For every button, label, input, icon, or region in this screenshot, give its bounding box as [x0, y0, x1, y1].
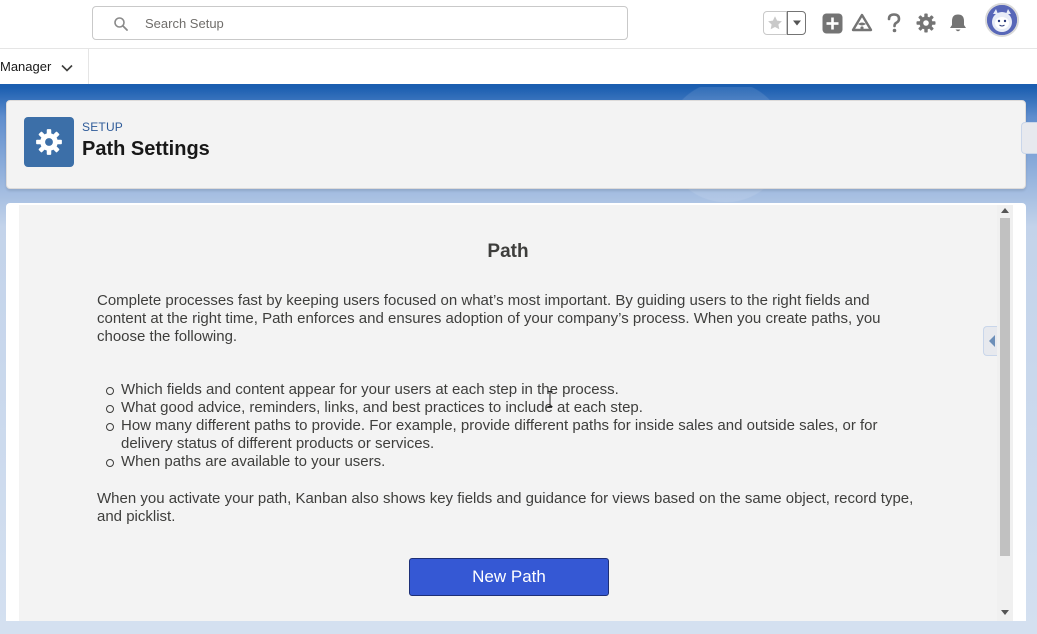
search-input[interactable]	[145, 13, 615, 33]
search-box[interactable]	[92, 6, 628, 40]
new-path-button[interactable]: New Path	[409, 558, 609, 596]
bell-icon	[950, 14, 966, 32]
breadcrumb: SETUP	[82, 120, 124, 134]
side-panel-toggle[interactable]	[1021, 122, 1037, 154]
gear-icon	[916, 13, 936, 33]
list-item: When paths are available to your users.	[106, 453, 921, 471]
gear-icon	[36, 129, 62, 155]
scrollbar[interactable]	[997, 205, 1013, 621]
global-actions-button[interactable]	[821, 12, 843, 34]
user-avatar-icon	[987, 5, 1017, 35]
page-title: Path Settings	[82, 138, 210, 160]
scroll-thumb[interactable]	[1000, 218, 1010, 556]
content-title: Path	[487, 241, 529, 262]
list-item: How many different paths to provide. For…	[106, 417, 921, 453]
list-item: What good advice, reminders, links, and …	[106, 399, 921, 417]
star-icon	[768, 16, 782, 30]
scroll-up-arrow[interactable]	[1001, 208, 1009, 213]
scroll-down-arrow[interactable]	[1001, 610, 1009, 615]
app-name: Manager	[0, 59, 52, 74]
help-icon	[887, 13, 901, 33]
trailhead-icon	[851, 13, 873, 32]
chevron-down-icon[interactable]	[60, 61, 74, 75]
outro-paragraph: When you activate your path, Kanban also…	[97, 490, 914, 525]
setup-icon-tile	[24, 117, 74, 167]
global-header	[0, 0, 1037, 48]
nav-divider	[88, 49, 89, 85]
search-icon	[114, 17, 128, 31]
app-nav-bar: Manager	[0, 48, 1037, 85]
chevron-left-icon	[989, 335, 995, 347]
content-panel: Path Complete processes fast by keeping …	[19, 205, 997, 621]
trailhead-button[interactable]	[851, 12, 873, 34]
favorite-button[interactable]	[763, 11, 787, 35]
help-button[interactable]	[883, 12, 905, 34]
add-icon	[822, 13, 842, 33]
page-header: SETUP Path Settings	[6, 100, 1026, 189]
favorites-group	[763, 11, 806, 35]
bullet-list: Which fields and content appear for your…	[106, 381, 921, 471]
favorites-dropdown[interactable]	[787, 11, 806, 35]
brand-line	[0, 84, 1037, 87]
chevron-down-icon	[792, 20, 801, 26]
intro-paragraph: Complete processes fast by keeping users…	[97, 292, 881, 345]
setup-gear-button[interactable]	[915, 12, 937, 34]
avatar[interactable]	[985, 3, 1019, 37]
notifications-button[interactable]	[947, 12, 969, 34]
list-item: Which fields and content appear for your…	[106, 381, 921, 399]
text-cursor-icon	[547, 391, 553, 407]
